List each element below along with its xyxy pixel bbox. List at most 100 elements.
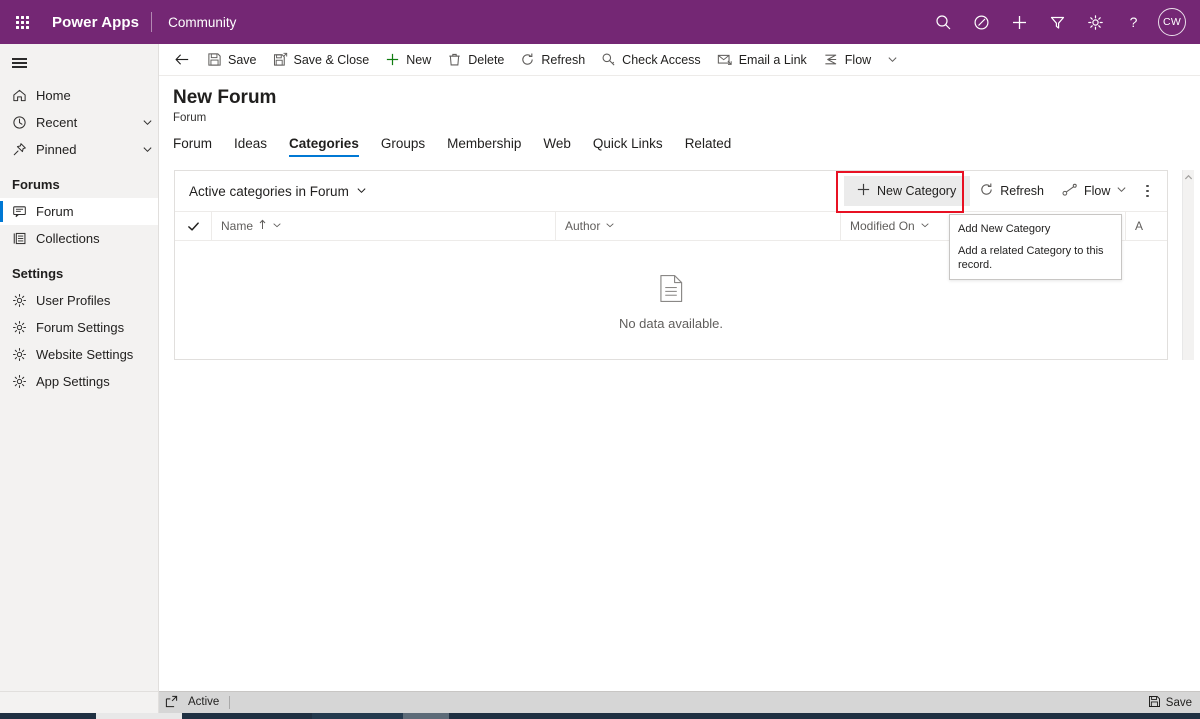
sidebar-item-recent[interactable]: Recent (0, 109, 158, 136)
sidebar: Home Recent Pinned Forums Forum Collecti… (0, 44, 159, 691)
tab-ideas[interactable]: Ideas (223, 136, 278, 157)
tab-forum[interactable]: Forum (173, 136, 223, 157)
tooltip-description: Add a related Category to this record. (958, 245, 1104, 271)
refresh-icon (979, 182, 994, 200)
command-label: Email a Link (738, 52, 807, 67)
column-header-author[interactable]: Author (555, 211, 840, 241)
check-access-button[interactable]: Check Access (593, 45, 709, 75)
brand-label[interactable]: Power Apps (44, 14, 151, 31)
sidebar-item-label: Forum (36, 204, 74, 219)
more-commands-button[interactable] (1136, 176, 1159, 206)
sitemap-toggle-icon[interactable] (0, 44, 158, 82)
new-category-button[interactable]: New Category (844, 176, 971, 206)
avatar[interactable]: CW (1158, 8, 1186, 36)
tab-categories[interactable]: Categories (278, 136, 370, 157)
save-button[interactable]: Save (199, 45, 265, 75)
app-name-label[interactable]: Community (152, 15, 236, 30)
back-button[interactable] (165, 45, 199, 75)
chevron-down-icon[interactable] (605, 219, 615, 233)
view-selector[interactable]: Active categories in Forum (189, 184, 367, 199)
status-footer: Active Save (159, 691, 1200, 713)
sidebar-group-settings: Settings (12, 266, 64, 281)
flow-subgrid-button[interactable]: Flow (1053, 176, 1136, 206)
chevron-down-icon[interactable] (272, 219, 282, 233)
column-header-name[interactable]: Name (211, 211, 555, 241)
tab-groups[interactable]: Groups (370, 136, 436, 157)
page-title: New Forum (173, 87, 277, 108)
subgrid-toolbar: Active categories in Forum New Category … (175, 171, 1167, 211)
sidebar-item-pinned[interactable]: Pinned (0, 136, 158, 163)
home-icon (12, 88, 36, 103)
sidebar-item-website-settings[interactable]: Website Settings (0, 341, 158, 368)
sort-ascending-icon (258, 219, 267, 233)
tab-web[interactable]: Web (532, 136, 582, 157)
clock-icon (12, 115, 36, 130)
chevron-down-icon[interactable] (136, 144, 158, 155)
gear-icon (12, 374, 36, 389)
forum-icon (12, 204, 36, 219)
sidebar-item-label: Collections (36, 231, 100, 246)
more-vertical-icon (1146, 184, 1149, 198)
select-all-checkbox[interactable] (175, 220, 211, 233)
sidebar-footer (0, 691, 159, 713)
view-name-label: Active categories in Forum (189, 183, 349, 199)
pin-icon (12, 142, 36, 157)
sidebar-item-label: App Settings (36, 374, 110, 389)
sidebar-item-label: Recent (36, 115, 78, 130)
delete-button[interactable]: Delete (439, 45, 512, 75)
scroll-up-icon (1184, 174, 1193, 180)
suite-actions: ? CW (924, 0, 1200, 44)
grid-scrollbar[interactable] (1182, 170, 1194, 360)
taskbar-segment-active (403, 713, 449, 719)
assistant-icon[interactable] (962, 0, 1000, 44)
new-category-tooltip: Add New Category Add a related Category … (949, 214, 1122, 280)
tab-membership[interactable]: Membership (436, 136, 532, 157)
tab-quick-links[interactable]: Quick Links (582, 136, 674, 157)
search-icon[interactable] (924, 0, 962, 44)
open-record-set-icon[interactable] (165, 695, 178, 711)
tab-related[interactable]: Related (674, 136, 743, 157)
email-a-link-button[interactable]: Email a Link (709, 45, 815, 75)
save-and-close-button[interactable]: Save & Close (265, 45, 378, 75)
sidebar-group-forums: Forums (12, 177, 60, 192)
form-tabs: Forum Ideas Categories Groups Membership… (173, 136, 1200, 157)
footer-save-button[interactable]: Save (1148, 695, 1192, 711)
sidebar-item-home[interactable]: Home (0, 82, 158, 109)
flow-chevron-icon[interactable] (879, 45, 906, 75)
svg-text:?: ? (1129, 14, 1137, 30)
record-status: Active (188, 696, 231, 709)
chevron-down-icon (356, 184, 367, 199)
sidebar-item-label: User Profiles (36, 293, 111, 308)
footer-left-group: Active (165, 695, 231, 711)
new-button[interactable]: New (377, 45, 439, 75)
refresh-icon (520, 52, 535, 67)
gear-icon (12, 293, 36, 308)
gear-icon[interactable] (1076, 0, 1114, 44)
help-icon[interactable]: ? (1114, 0, 1152, 44)
column-header-next[interactable]: A (1125, 211, 1165, 241)
chevron-down-icon[interactable] (136, 117, 158, 128)
chevron-down-icon[interactable] (920, 219, 930, 233)
form-body-background (159, 360, 1200, 691)
plus-icon[interactable] (1000, 0, 1038, 44)
flow-button[interactable]: Flow (815, 45, 879, 75)
command-label: Check Access (622, 52, 701, 67)
sidebar-item-forum-settings[interactable]: Forum Settings (0, 314, 158, 341)
plus-icon (856, 182, 871, 200)
column-label: A (1135, 219, 1144, 233)
sidebar-item-app-settings[interactable]: App Settings (0, 368, 158, 395)
sidebar-item-user-profiles[interactable]: User Profiles (0, 287, 158, 314)
footer-save-label: Save (1165, 696, 1192, 709)
sidebar-item-label: Home (36, 88, 71, 103)
refresh-subgrid-button[interactable]: Refresh (970, 176, 1053, 206)
column-label: Name (221, 219, 254, 233)
sidebar-item-forum[interactable]: Forum (0, 198, 158, 225)
sidebar-item-collections[interactable]: Collections (0, 225, 158, 252)
save-close-icon (273, 52, 288, 67)
filter-icon[interactable] (1038, 0, 1076, 44)
app-launcher-icon[interactable] (0, 0, 44, 44)
refresh-button[interactable]: Refresh (512, 45, 593, 75)
sidebar-item-label: Forum Settings (36, 320, 125, 335)
record-header: New Forum Forum Forum Ideas Categories G… (159, 76, 1200, 162)
save-icon (207, 52, 222, 67)
